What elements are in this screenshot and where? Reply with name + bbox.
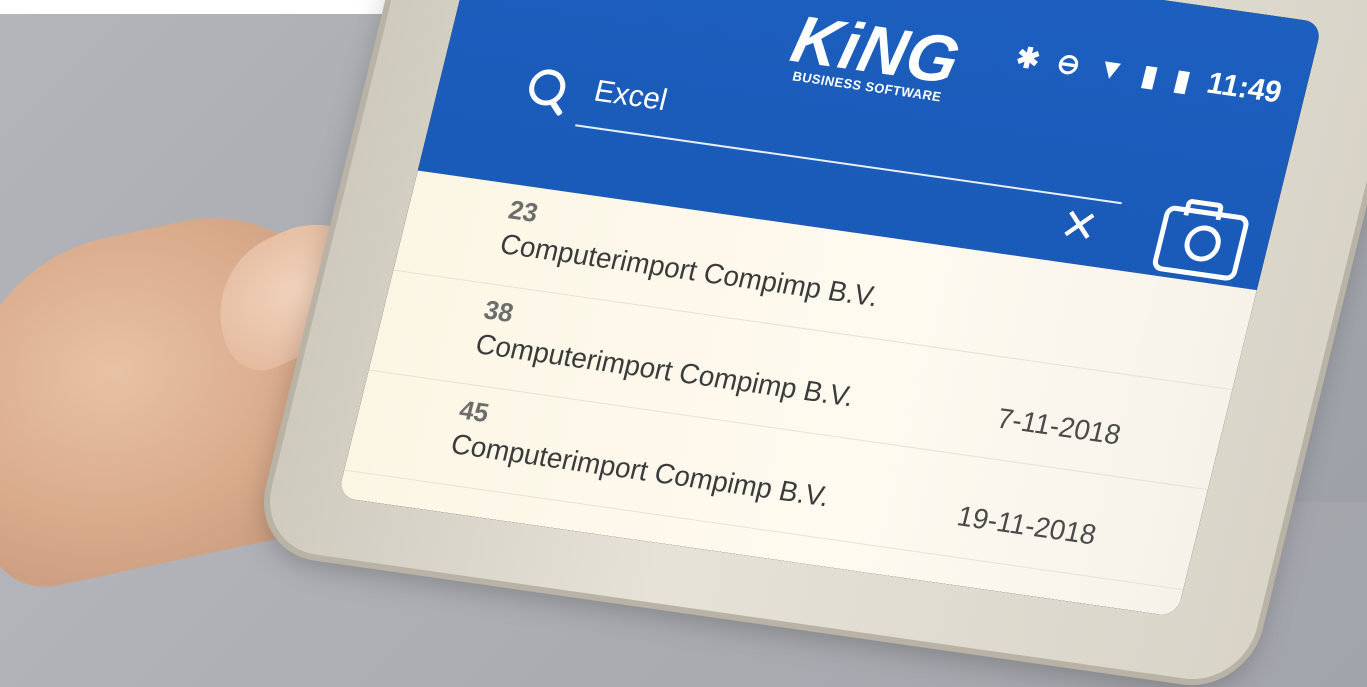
item-number: 23 — [505, 194, 542, 229]
bluetooth-icon: ✱ — [1013, 40, 1044, 75]
do-not-disturb-icon: ⊖ — [1053, 46, 1084, 81]
item-number: 38 — [481, 294, 517, 329]
camera-icon[interactable] — [1150, 204, 1251, 282]
king-logo: KiNG BUSINESS SOFTWARE — [783, 0, 968, 106]
wifi-icon: ▼ — [1094, 51, 1129, 87]
item-number: 45 — [456, 394, 492, 429]
status-time: 11:49 — [1203, 66, 1285, 110]
no-sim-icon: ▮ — [1138, 58, 1162, 92]
item-date: 19-11-2018 — [954, 500, 1100, 551]
search-icon[interactable] — [525, 67, 570, 108]
battery-icon: ▮ — [1171, 63, 1194, 97]
back-arrow-icon[interactable]: ← — [558, 0, 610, 10]
item-date: 7-11-2018 — [993, 402, 1124, 451]
status-bar: ✱ ⊖ ▼ ▮ ▮ 11:49 — [1013, 39, 1285, 110]
item-name: Computerimport Compimp B.V. — [447, 427, 833, 513]
search-input[interactable]: Excel — [591, 74, 671, 118]
search-underline — [575, 124, 1122, 205]
close-icon[interactable]: ✕ — [1055, 200, 1103, 254]
